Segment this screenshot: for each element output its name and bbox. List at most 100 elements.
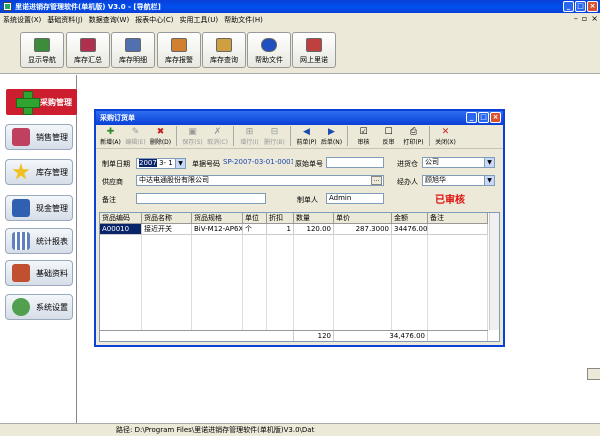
- cell-unit[interactable]: 个: [243, 224, 267, 234]
- column-header[interactable]: 单价: [334, 213, 392, 223]
- audit-button[interactable]: ☑ 审核: [351, 125, 376, 147]
- sidebar-item-purchase[interactable]: 采购管理: [6, 89, 77, 115]
- sidebar-item-basic-data[interactable]: 基础资料: [5, 260, 73, 286]
- stock-summary-button[interactable]: 库存汇总: [66, 32, 110, 68]
- menu-basic-data[interactable]: 基础资料(J): [47, 15, 83, 25]
- unaudit-button[interactable]: ☐ 反审: [376, 125, 401, 147]
- menu-bar: 系统设置(X) 基础资料(J) 数据查询(W) 报表中心(C) 实用工具(U) …: [0, 13, 600, 26]
- supplier-label: 供应商: [102, 178, 123, 186]
- dialog-close-button[interactable]: ×: [490, 112, 501, 123]
- stock-detail-icon: [125, 38, 141, 52]
- purchase-order-dialog: 采购订货单 _ □ × ✚ 新增(A) ✎ 编辑(E) ✖ 删除(D) ▣ 保存…: [94, 109, 505, 347]
- cell-discount[interactable]: 1: [267, 224, 294, 234]
- column-header[interactable]: 货品编码: [100, 213, 142, 223]
- delete-icon: ✖: [156, 127, 165, 137]
- column-header[interactable]: 金额: [392, 213, 428, 223]
- chevron-down-icon[interactable]: ▼: [484, 158, 494, 167]
- dialog-minimize-button[interactable]: _: [466, 112, 477, 123]
- web-icon: [306, 38, 322, 52]
- cell-quantity[interactable]: 120.00: [294, 224, 334, 234]
- next-bill-button[interactable]: ▶ 后单(N): [319, 125, 344, 147]
- mdi-minimize-button[interactable]: –: [574, 14, 578, 23]
- column-header[interactable]: 货品名称: [142, 213, 192, 223]
- menu-system[interactable]: 系统设置(X): [3, 15, 41, 25]
- sidebar-item-cash[interactable]: 现金管理: [5, 195, 73, 221]
- cancel-icon: ✗: [213, 127, 222, 137]
- new-icon: ✚: [106, 127, 115, 137]
- maximize-button[interactable]: □: [575, 1, 586, 12]
- background-window-button[interactable]: [587, 368, 600, 380]
- cancel-button[interactable]: ✗ 取消(C): [205, 125, 230, 147]
- mdi-close-button[interactable]: ×: [591, 14, 598, 23]
- dialog-maximize-button[interactable]: □: [478, 112, 489, 123]
- main-toolbar: 显示导航 库存汇总 库存明细 库存报警 库存查询 帮助文件 网上里诺: [0, 26, 600, 74]
- mdi-restore-button[interactable]: ▫: [582, 14, 587, 23]
- cell-remark[interactable]: [428, 224, 488, 234]
- cell-name[interactable]: 接近开关: [142, 224, 192, 234]
- dialog-title: 采购订货单: [100, 114, 135, 122]
- date-picker[interactable]: 2007 3- 1 ▼: [136, 158, 186, 169]
- help-file-button[interactable]: 帮助文件: [247, 32, 291, 68]
- date-day: 1: [168, 159, 173, 167]
- supplier-input[interactable]: 中达电通股份有限公司 …: [136, 175, 384, 186]
- cell-amount[interactable]: 34476.00: [392, 224, 428, 234]
- menu-data-query[interactable]: 数据查询(W): [89, 15, 129, 25]
- menu-tools[interactable]: 实用工具(U): [180, 15, 219, 25]
- plus-icon: [16, 91, 40, 115]
- unaudit-icon: ☐: [384, 127, 393, 137]
- delete-button[interactable]: ✖ 删除(D): [148, 125, 173, 147]
- new-button[interactable]: ✚ 新增(A): [98, 125, 123, 147]
- grid-header: 货品编码 货品名称 货品规格 单位 折扣 数量 单价 金额 备注: [100, 213, 488, 224]
- footer-spacer: [428, 331, 488, 341]
- order-items-grid: 货品编码 货品名称 货品规格 单位 折扣 数量 单价 金额 备注 A00010 …: [99, 212, 500, 342]
- stock-query-button[interactable]: 库存查询: [202, 32, 246, 68]
- delete-row-button[interactable]: ⊟ 删行(B): [262, 125, 287, 147]
- menu-report-center[interactable]: 报表中心(C): [135, 15, 173, 25]
- audit-status-badge: 已审核: [435, 195, 465, 206]
- sidebar-item-reports[interactable]: 统计报表: [5, 228, 73, 254]
- menu-help[interactable]: 帮助文件(H): [224, 15, 263, 25]
- sidebar-item-settings[interactable]: 系统设置: [5, 294, 73, 320]
- sidebar-item-stock[interactable]: 库存管理: [5, 159, 73, 185]
- remark-input[interactable]: [136, 193, 266, 204]
- column-header[interactable]: 单位: [243, 213, 267, 223]
- original-no-input[interactable]: [326, 157, 384, 168]
- cell-spec[interactable]: BiV-M12-AP6X-H: [192, 224, 243, 234]
- footer-spacer: [100, 331, 294, 341]
- stock-alarm-button[interactable]: 库存报警: [157, 32, 201, 68]
- total-amount: 34,476.00: [334, 331, 428, 341]
- close-button[interactable]: ×: [587, 1, 598, 12]
- edit-button[interactable]: ✎ 编辑(E): [123, 125, 148, 147]
- stock-alarm-icon: [171, 38, 187, 52]
- close-dialog-button[interactable]: ✕ 关闭(X): [433, 125, 458, 147]
- navigation-icon: [34, 38, 50, 52]
- handler-select[interactable]: 顾旭华 ▼: [422, 175, 495, 186]
- cell-code[interactable]: A00010: [100, 224, 142, 234]
- column-header[interactable]: 折扣: [267, 213, 294, 223]
- print-button[interactable]: ⎙ 打印(P): [401, 125, 426, 147]
- chevron-down-icon[interactable]: ▼: [484, 176, 494, 185]
- table-row[interactable]: A00010 接近开关 BiV-M12-AP6X-H 个 1 120.00 28…: [100, 224, 488, 235]
- warehouse-select[interactable]: 公司 ▼: [422, 157, 495, 168]
- print-icon: ⎙: [409, 127, 418, 137]
- column-header[interactable]: 货品规格: [192, 213, 243, 223]
- show-navigation-button[interactable]: 显示导航: [20, 32, 64, 68]
- web-rino-button[interactable]: 网上里诺: [292, 32, 336, 68]
- chevron-down-icon[interactable]: ▼: [175, 159, 185, 168]
- minimize-button[interactable]: _: [563, 1, 574, 12]
- stock-summary-icon: [80, 38, 96, 52]
- column-header[interactable]: 备注: [428, 213, 488, 223]
- previous-bill-button[interactable]: ◀ 前单(P): [294, 125, 319, 147]
- supplier-lookup-button[interactable]: …: [371, 176, 382, 185]
- column-header[interactable]: 数量: [294, 213, 334, 223]
- add-row-button[interactable]: ⊞ 增行(I): [237, 125, 262, 147]
- cell-price[interactable]: 287.3000: [334, 224, 392, 234]
- save-button[interactable]: ▣ 保存(S): [180, 125, 205, 147]
- sidebar-item-sales[interactable]: 销售管理: [5, 124, 73, 150]
- sidebar: 采购管理 销售管理 库存管理 现金管理 统计报表 基础资料 系统设置: [0, 75, 77, 423]
- handler-label: 经办人: [397, 178, 418, 186]
- stock-detail-button[interactable]: 库存明细: [111, 32, 155, 68]
- grid-scrollbar[interactable]: [489, 213, 499, 330]
- maker-field: Admin: [326, 193, 384, 204]
- dialog-titlebar: 采购订货单 _ □ ×: [96, 111, 503, 125]
